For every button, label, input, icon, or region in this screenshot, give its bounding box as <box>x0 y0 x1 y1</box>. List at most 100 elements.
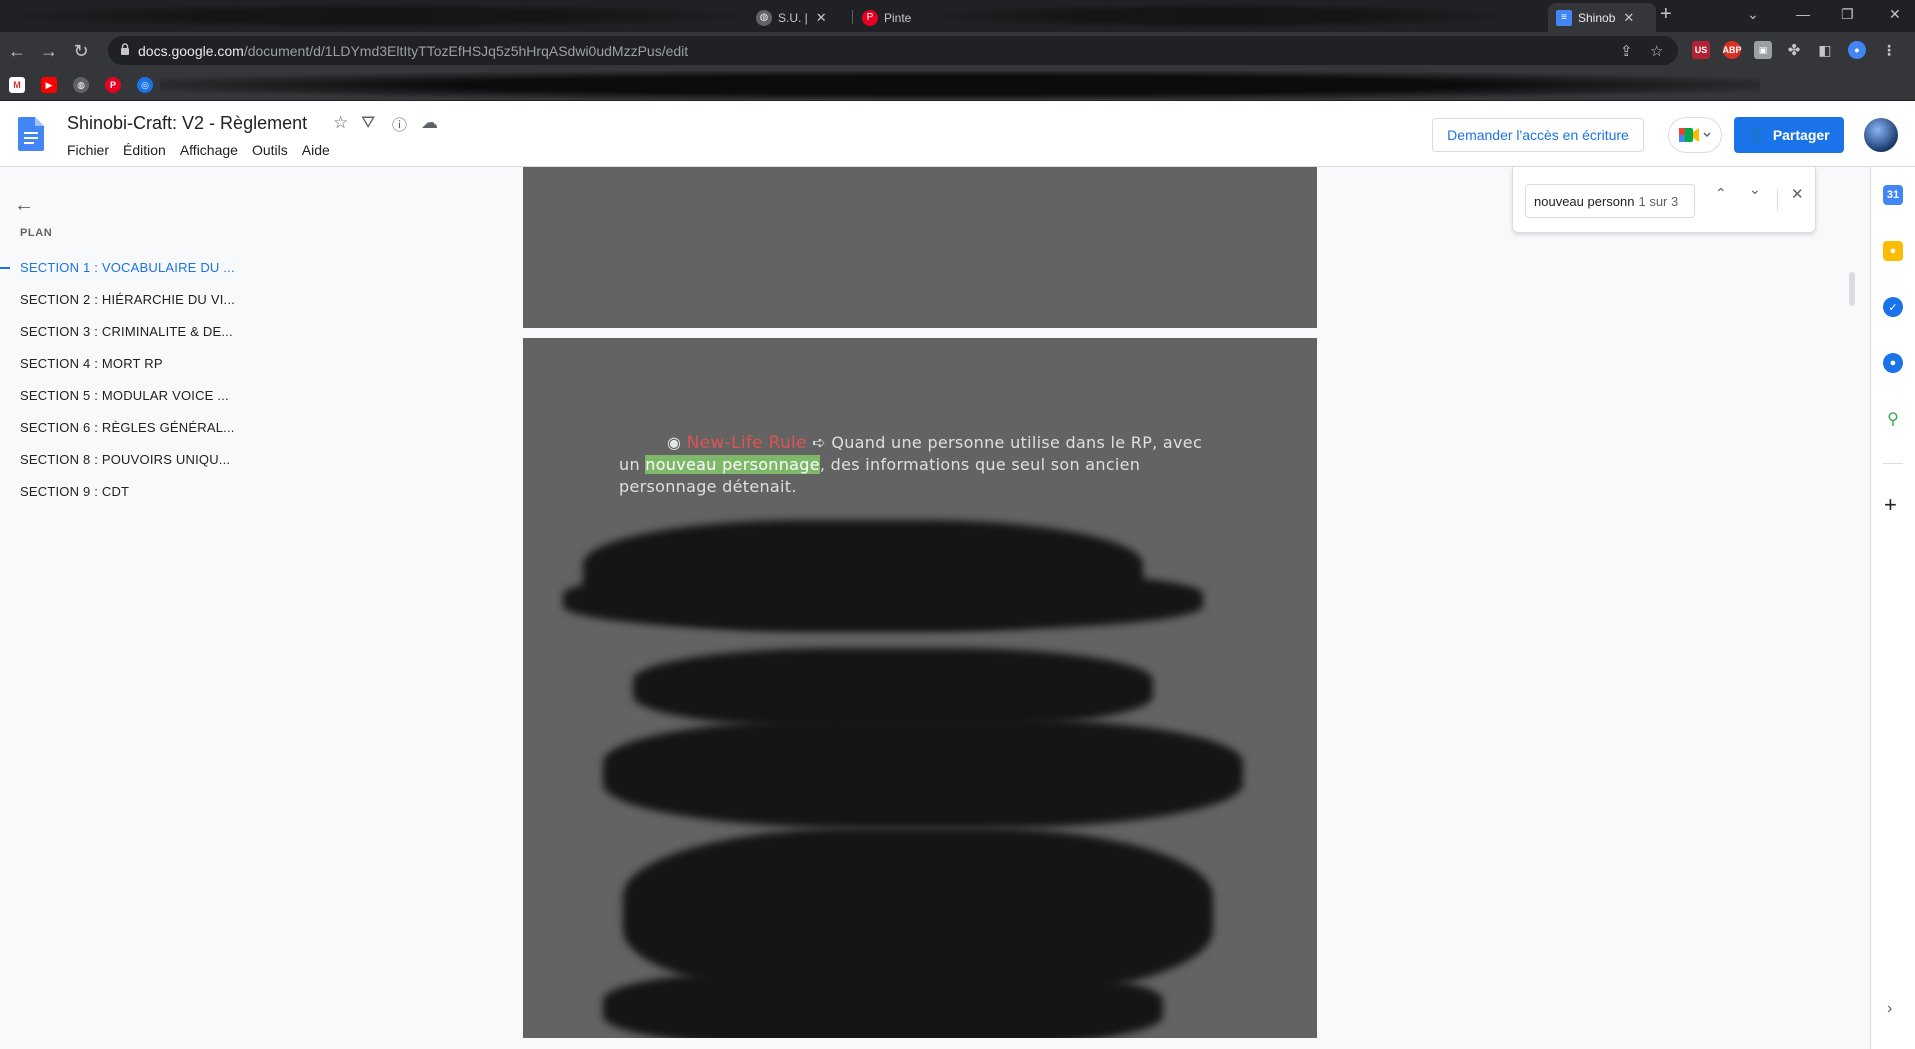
cloud-status-icon[interactable]: ☁ <box>421 113 438 133</box>
find-count: 1 sur 3 <box>1638 193 1679 209</box>
reload-icon[interactable]: ↻ <box>68 38 94 64</box>
outline-item-section-9[interactable]: SECTION 9 : CDT <box>20 484 129 499</box>
avatar[interactable] <box>1864 118 1898 152</box>
share-label: Partager <box>1772 127 1830 143</box>
redacted-tabs <box>940 4 1500 28</box>
redacted-tabs <box>20 4 740 28</box>
outline-item-section-2[interactable]: SECTION 2 : HIÉRARCHIE DU VI... <box>20 292 235 307</box>
youtube-icon[interactable]: ▶ <box>41 77 57 93</box>
tab-search-icon[interactable]: ⌄ <box>1747 6 1759 23</box>
bookmark-icon[interactable]: ◎ <box>137 77 153 93</box>
forward-icon[interactable]: → <box>36 38 62 64</box>
find-separator <box>1777 189 1778 211</box>
globe-icon[interactable]: ◍ <box>73 77 89 93</box>
close-icon[interactable]: ✕ <box>1623 10 1634 26</box>
drive-move-icon[interactable]: ⛛ <box>361 113 375 133</box>
sidepanel-icon[interactable]: ◧ <box>1816 41 1834 59</box>
extension-icon[interactable]: ▣ <box>1754 41 1772 59</box>
flag-extension-icon[interactable]: US <box>1692 41 1710 59</box>
pinterest-icon[interactable]: P <box>105 77 121 93</box>
outline-item-section-1[interactable]: SECTION 1 : VOCABULAIRE DU ... <box>20 260 235 275</box>
redaction-scribble <box>563 570 1203 630</box>
tab-pinterest[interactable]: P Pinte <box>854 3 919 32</box>
keep-icon[interactable]: ● <box>1883 241 1903 261</box>
more-menu-icon[interactable]: ⋮ <box>1880 41 1898 59</box>
menu-affichage[interactable]: Affichage <box>180 142 238 158</box>
side-panel: 31 ● ✓ ● ⚲ + › <box>1870 167 1915 1049</box>
redacted-bookmarks <box>160 71 1760 99</box>
url-text: docs.google.com/document/d/1LDYmd3EltIty… <box>138 43 689 59</box>
menu-edition[interactable]: Édition <box>123 142 166 158</box>
tasks-icon[interactable]: ✓ <box>1883 297 1903 317</box>
outline-item-section-3[interactable]: SECTION 3 : CRIMINALITE & DE... <box>20 324 233 339</box>
bookmarks-bar: M ▶ ◍ P ◎ <box>0 69 1915 101</box>
find-bar: nouveau personn 1 sur 3 ⌃ ⌄ ✕ <box>1512 167 1816 233</box>
outline-heading: PLAN <box>20 227 53 239</box>
outline-item-section-8[interactable]: SECTION 8 : POUVOIRS UNIQU... <box>20 452 230 467</box>
share-button[interactable]: 👤 Partager <box>1734 117 1844 153</box>
search-highlight: nouveau personnage <box>645 455 820 474</box>
restore-icon[interactable]: ❐ <box>1841 6 1854 23</box>
redaction-scribble <box>633 648 1153 728</box>
document-page[interactable]: ◉ New-Life Rule ➪ Quand une personne uti… <box>523 338 1317 1038</box>
chevron-right-icon[interactable]: › <box>1887 1000 1892 1018</box>
document-page-previous <box>523 167 1317 328</box>
chevron-down-icon[interactable]: ⌄ <box>1749 181 1761 198</box>
tab-shinobi[interactable]: ≡ Shinob ✕ <box>1548 3 1656 32</box>
gmail-icon[interactable]: M <box>9 77 25 93</box>
share-page-icon[interactable]: ⇪ <box>1620 42 1633 60</box>
menu-aide[interactable]: Aide <box>302 142 330 158</box>
scrollbar-thumb[interactable] <box>1849 272 1855 306</box>
tab-label: Shinob <box>1578 10 1616 25</box>
menu-bar: Fichier Édition Affichage Outils Aide <box>67 142 344 158</box>
add-addon-icon[interactable]: + <box>1884 492 1897 518</box>
outline-item-section-4[interactable]: SECTION 4 : MORT RP <box>20 356 163 371</box>
outline-item-section-5[interactable]: SECTION 5 : MODULAR VOICE ... <box>20 388 229 403</box>
arrow-icon: ➪ <box>812 433 826 452</box>
profile-icon[interactable]: ● <box>1848 41 1866 59</box>
adblock-icon[interactable]: ABP <box>1723 41 1742 59</box>
tab-su[interactable]: ◍ S.U. | ✕ <box>748 3 835 32</box>
address-bar[interactable]: docs.google.com/document/d/1LDYmd3EltIty… <box>108 36 1678 65</box>
docs-icon: ≡ <box>1556 9 1572 26</box>
person-add-icon: 👤 <box>1748 126 1766 143</box>
active-marker <box>0 267 10 269</box>
browser-toolbar: ← → ↻ docs.google.com/document/d/1LDYmd3… <box>0 32 1915 69</box>
menu-fichier[interactable]: Fichier <box>67 142 109 158</box>
bookmark-star-icon[interactable]: ☆ <box>1650 42 1663 60</box>
maps-icon[interactable]: ⚲ <box>1883 409 1903 429</box>
pinterest-icon: P <box>862 9 878 26</box>
browser-tab-bar: ◍ S.U. | ✕ P Pinte ≡ Shinob ✕ + ⌄ — ❐ ✕ <box>0 0 1915 32</box>
close-icon[interactable]: ✕ <box>816 10 827 26</box>
calendar-icon[interactable]: 31 <box>1883 185 1903 205</box>
close-window-icon[interactable]: ✕ <box>1889 6 1901 23</box>
find-input[interactable]: nouveau personn 1 sur 3 <box>1525 184 1695 218</box>
tab-separator <box>852 10 853 24</box>
close-icon[interactable]: ✕ <box>1791 185 1804 203</box>
outline-item-section-6[interactable]: SECTION 6 : RÈGLES GÉNÉRAL... <box>20 420 235 435</box>
find-query: nouveau personn <box>1534 193 1635 209</box>
new-tab-button[interactable]: + <box>1660 3 1672 26</box>
document-outline: ← PLAN SECTION 1 : VOCABULAIRE DU ... SE… <box>0 167 280 1049</box>
redaction-scribble <box>603 968 1163 1038</box>
chevron-up-icon[interactable]: ⌃ <box>1715 185 1727 202</box>
request-edit-access-button[interactable]: Demander l'accès en écriture <box>1432 118 1644 152</box>
star-icon[interactable]: ☆ <box>333 113 348 133</box>
side-panel-separator <box>1883 463 1903 464</box>
puzzle-icon[interactable]: ✤ <box>1785 41 1803 59</box>
bullet-icon: ◉ <box>667 433 682 452</box>
lock-icon <box>121 43 129 55</box>
menu-outils[interactable]: Outils <box>252 142 288 158</box>
minimize-icon[interactable]: — <box>1796 6 1810 22</box>
docs-logo-icon[interactable] <box>18 117 44 151</box>
redaction-scribble <box>603 718 1243 828</box>
rule-paragraph: ◉ New-Life Rule ➪ Quand une personne uti… <box>619 432 1209 498</box>
doc-title[interactable]: Shinobi-Craft: V2 - Règlement <box>67 113 307 134</box>
back-arrow-icon[interactable]: ← <box>14 194 34 217</box>
back-icon[interactable]: ← <box>4 38 30 64</box>
info-icon[interactable]: ⓘ <box>392 114 407 135</box>
meet-button[interactable] <box>1668 117 1722 153</box>
contacts-icon[interactable]: ● <box>1883 353 1903 373</box>
docs-header: Shinobi-Craft: V2 - Règlement ☆ ⛛ ⓘ ☁ Fi… <box>0 101 1915 167</box>
globe-icon: ◍ <box>756 9 772 26</box>
